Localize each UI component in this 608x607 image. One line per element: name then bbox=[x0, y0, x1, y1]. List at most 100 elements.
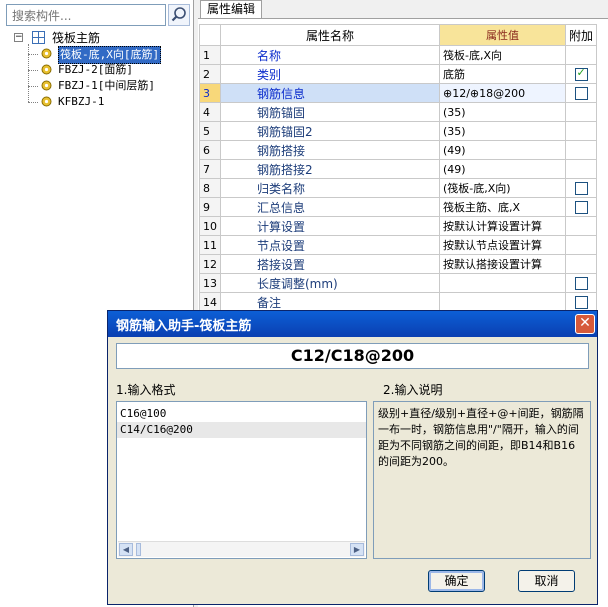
format-section-label: 1.输入格式 bbox=[116, 383, 176, 397]
property-value[interactable]: 按默认计算设置计算 bbox=[439, 216, 566, 236]
header-row-number bbox=[199, 24, 221, 46]
property-name: 搭接设置 bbox=[220, 254, 440, 274]
property-value[interactable]: (35) bbox=[439, 121, 566, 141]
property-name: 钢筋搭接 bbox=[220, 140, 440, 160]
list-item[interactable]: C14/C16@200 bbox=[117, 422, 366, 438]
collapse-icon[interactable]: − bbox=[14, 33, 23, 42]
add-cell bbox=[564, 178, 598, 198]
gear-icon bbox=[41, 64, 52, 75]
property-value[interactable] bbox=[439, 273, 566, 293]
row-number: 2 bbox=[199, 64, 221, 84]
add-cell bbox=[564, 197, 598, 217]
table-row[interactable]: 3 钢筋信息 ⊕12/⊕18@200 bbox=[199, 83, 598, 103]
row-number: 9 bbox=[199, 197, 221, 217]
row-number: 11 bbox=[199, 235, 221, 255]
tab-property-edit[interactable]: 属性编辑 bbox=[200, 0, 263, 18]
scroll-right-icon[interactable]: ▶ bbox=[350, 543, 364, 556]
tree-node-child[interactable]: KFBZJ-1 bbox=[14, 94, 189, 110]
tree-node-child[interactable]: 筏板-底,X向[底筋] bbox=[14, 46, 189, 64]
property-value[interactable]: (35) bbox=[439, 102, 566, 122]
table-row[interactable]: 12 搭接设置 按默认搭接设置计算 bbox=[199, 254, 598, 274]
add-cell bbox=[564, 159, 598, 179]
row-number: 7 bbox=[199, 159, 221, 179]
row-number: 13 bbox=[199, 273, 221, 293]
row-number: 4 bbox=[199, 102, 221, 122]
cancel-button[interactable]: 取消 bbox=[518, 570, 575, 592]
description-section-label: 2.输入说明 bbox=[383, 383, 443, 397]
property-value[interactable]: 筏板主筋、底,X bbox=[439, 197, 566, 217]
add-cell bbox=[564, 254, 598, 274]
close-icon[interactable]: ✕ bbox=[575, 314, 595, 334]
table-row[interactable]: 11 节点设置 按默认节点设置计算 bbox=[199, 235, 598, 255]
add-checkbox[interactable] bbox=[574, 87, 588, 100]
row-number: 12 bbox=[199, 254, 221, 274]
table-row[interactable]: 7 钢筋搭接2 (49) bbox=[199, 159, 598, 179]
tree-node-child[interactable]: FBZJ-2[面筋] bbox=[14, 62, 189, 78]
table-row[interactable]: 14 备注 bbox=[199, 292, 598, 312]
search-box[interactable] bbox=[6, 4, 166, 26]
table-row[interactable]: 4 钢筋锚固 (35) bbox=[199, 102, 598, 122]
property-value[interactable]: (49) bbox=[439, 140, 566, 160]
add-checkbox[interactable] bbox=[574, 182, 588, 195]
property-value[interactable] bbox=[439, 292, 566, 312]
table-row[interactable]: 6 钢筋搭接 (49) bbox=[199, 140, 598, 160]
row-number: 1 bbox=[199, 45, 221, 65]
property-name: 钢筋锚固 bbox=[220, 102, 440, 122]
search-icon[interactable] bbox=[168, 4, 190, 26]
add-checkbox[interactable] bbox=[574, 66, 588, 81]
row-number: 5 bbox=[199, 121, 221, 141]
tree-item-label: FBZJ-2[面筋] bbox=[58, 63, 133, 76]
row-number: 8 bbox=[199, 178, 221, 198]
tab-bar: 属性编辑 bbox=[198, 0, 608, 19]
table-row[interactable]: 1 名称 筏板-底,X向 bbox=[199, 45, 598, 65]
table-row[interactable]: 13 长度调整(mm) bbox=[199, 273, 598, 293]
table-row[interactable]: 8 归类名称 (筏板-底,X向) bbox=[199, 178, 598, 198]
table-row[interactable]: 9 汇总信息 筏板主筋、底,X bbox=[199, 197, 598, 217]
add-cell bbox=[564, 235, 598, 255]
format-list[interactable]: C16@100 C14/C16@200 ◀ ▶ bbox=[116, 401, 367, 559]
property-value[interactable]: (49) bbox=[439, 159, 566, 179]
tree-item-label: FBZJ-1[中间层筋] bbox=[58, 79, 155, 92]
add-cell bbox=[564, 83, 598, 103]
grid-header-row: 属性名称 属性值 附加 bbox=[199, 24, 598, 46]
rebar-input-dialog: 钢筋输入助手-筏板主筋 ✕ C12/C18@200 1.输入格式 2.输入说明 … bbox=[107, 310, 598, 605]
dialog-title: 钢筋输入助手-筏板主筋 bbox=[116, 319, 252, 334]
property-name: 钢筋搭接2 bbox=[220, 159, 440, 179]
table-row[interactable]: 10 计算设置 按默认计算设置计算 bbox=[199, 216, 598, 236]
property-value[interactable]: ⊕12/⊕18@200 bbox=[439, 83, 566, 103]
description-text: 级别+直径/级别+直径+@+间距，钢筋隔一布一时，钢筋信息用"/"隔开，输入的间… bbox=[373, 401, 591, 559]
property-name: 钢筋锚固2 bbox=[220, 121, 440, 141]
property-value[interactable]: 筏板-底,X向 bbox=[439, 45, 566, 65]
tree-node-root[interactable]: − 筏板主筋 bbox=[14, 30, 189, 46]
add-cell bbox=[564, 273, 598, 293]
add-cell bbox=[564, 45, 598, 65]
list-item[interactable]: C16@100 bbox=[117, 406, 366, 422]
horizontal-scrollbar[interactable]: ◀ ▶ bbox=[118, 541, 365, 557]
rebar-formula-field[interactable]: C12/C18@200 bbox=[116, 343, 589, 369]
ok-button[interactable]: 确定 bbox=[428, 570, 485, 592]
add-cell bbox=[564, 216, 598, 236]
table-row[interactable]: 2 类别 底筋 bbox=[199, 64, 598, 84]
add-cell bbox=[564, 140, 598, 160]
table-row[interactable]: 5 钢筋锚固2 (35) bbox=[199, 121, 598, 141]
add-checkbox[interactable] bbox=[574, 277, 588, 290]
add-checkbox[interactable] bbox=[574, 201, 588, 214]
tree-root-label: 筏板主筋 bbox=[52, 31, 101, 45]
add-checkbox[interactable] bbox=[574, 296, 588, 309]
add-cell bbox=[564, 64, 598, 84]
raft-rebar-icon bbox=[32, 31, 45, 44]
row-number: 14 bbox=[199, 292, 221, 312]
scroll-thumb[interactable] bbox=[136, 543, 141, 556]
property-value[interactable]: (筏板-底,X向) bbox=[439, 178, 566, 198]
property-value[interactable]: 底筋 bbox=[439, 64, 566, 84]
property-name: 归类名称 bbox=[220, 178, 440, 198]
add-cell bbox=[564, 121, 598, 141]
property-value[interactable]: 按默认搭接设置计算 bbox=[439, 254, 566, 274]
add-cell bbox=[564, 292, 598, 312]
property-value[interactable]: 按默认节点设置计算 bbox=[439, 235, 566, 255]
tree-node-child[interactable]: FBZJ-1[中间层筋] bbox=[14, 78, 189, 94]
property-name: 备注 bbox=[220, 292, 440, 312]
scroll-left-icon[interactable]: ◀ bbox=[119, 543, 133, 556]
search-input[interactable] bbox=[10, 6, 164, 26]
dialog-titlebar[interactable]: 钢筋输入助手-筏板主筋 ✕ bbox=[108, 311, 597, 337]
